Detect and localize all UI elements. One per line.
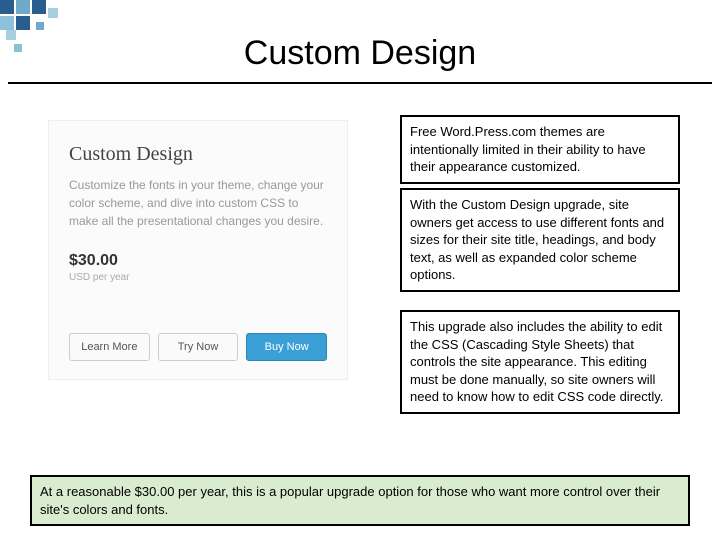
info-box-3: This upgrade also includes the ability t… [400,310,680,414]
button-row: Learn More Try Now Buy Now [69,333,327,361]
slide-title: Custom Design [0,34,720,73]
price-note: USD per year [69,272,327,283]
product-card: Custom Design Customize the fonts in you… [48,120,348,380]
price: $30.00 [69,252,327,270]
buy-now-button[interactable]: Buy Now [246,333,327,361]
info-box-1: Free Word.Press.com themes are intention… [400,115,680,184]
footer-summary: At a reasonable $30.00 per year, this is… [30,475,690,526]
card-heading: Custom Design [69,143,327,166]
title-underline [8,82,712,84]
learn-more-button[interactable]: Learn More [69,333,150,361]
card-description: Customize the fonts in your theme, chang… [69,176,327,230]
info-box-2: With the Custom Design upgrade, site own… [400,188,680,292]
try-now-button[interactable]: Try Now [158,333,239,361]
